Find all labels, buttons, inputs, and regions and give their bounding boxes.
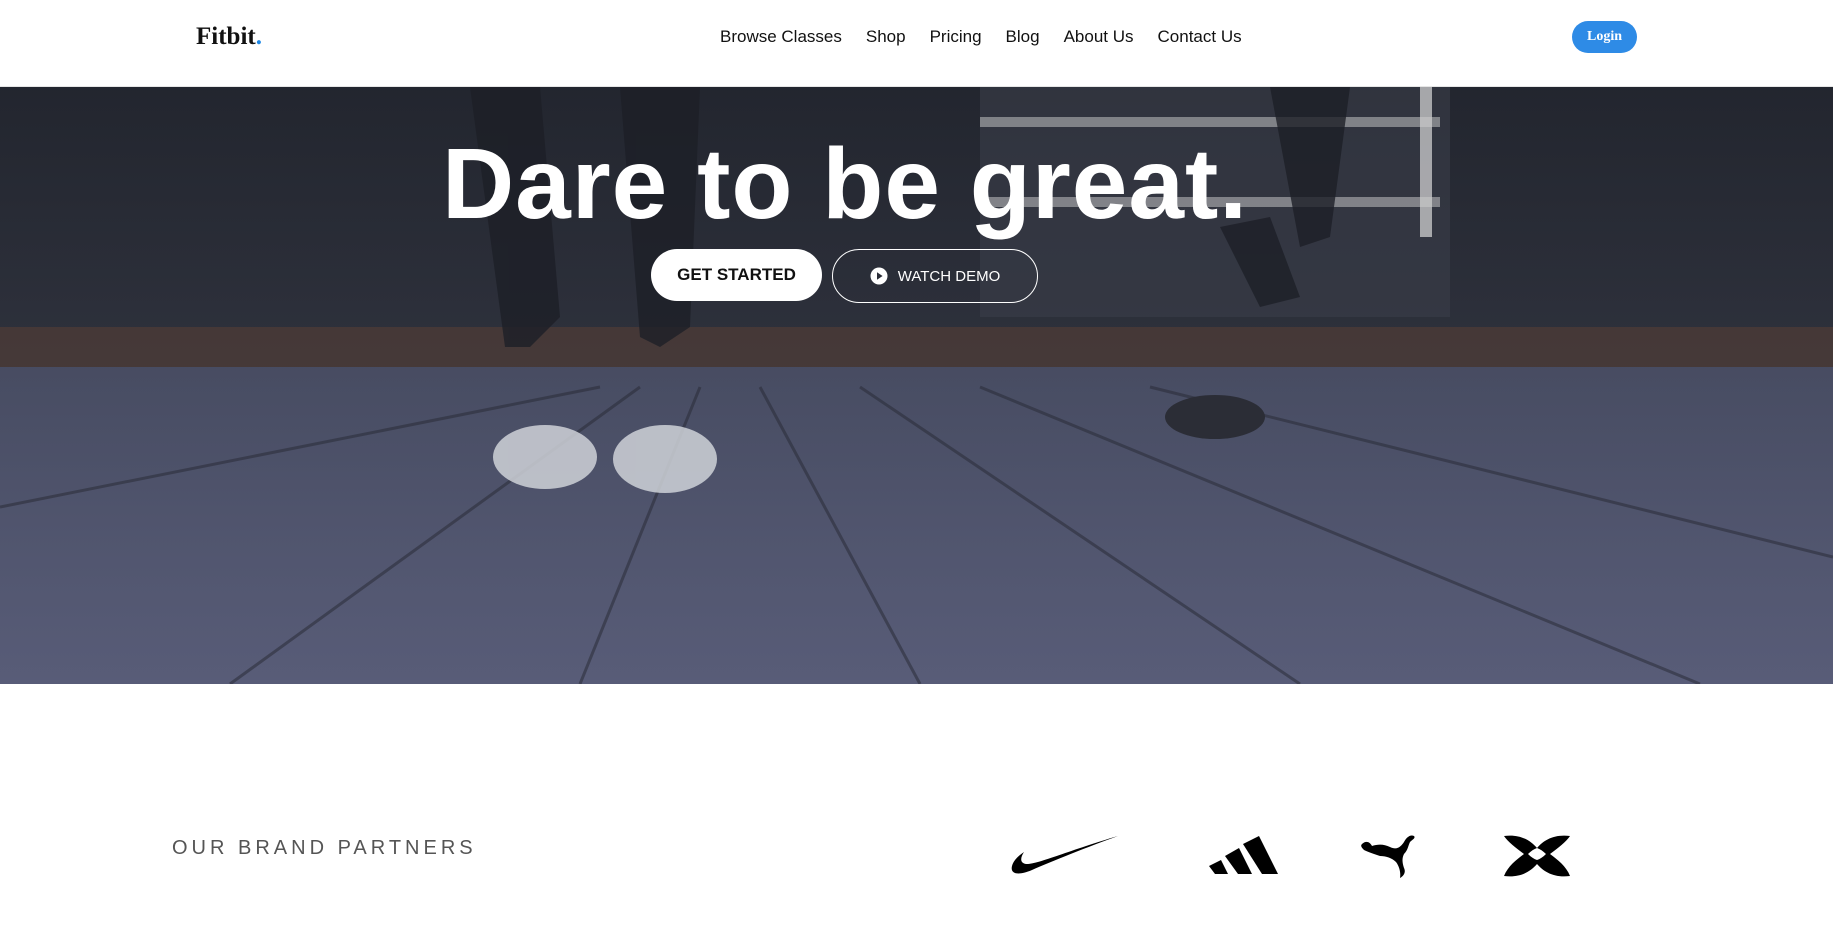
adidas-logo-icon [1207,834,1279,882]
puma-logo-icon [1360,832,1418,880]
login-button[interactable]: Login [1572,21,1637,53]
nav-blog[interactable]: Blog [1006,27,1040,47]
partners-heading: OUR BRAND PARTNERS [172,837,477,859]
nav-shop[interactable]: Shop [866,27,906,47]
nav-pricing[interactable]: Pricing [930,27,982,47]
nav-browse-classes[interactable]: Browse Classes [720,27,842,47]
logo-text: Fitbit [196,23,256,50]
hero-section: Dare to be great. GET STARTED WATCH DEMO [0,87,1833,684]
nav-contact-us[interactable]: Contact Us [1158,27,1242,47]
site-header: Fitbit. Browse Classes Shop Pricing Blog… [0,0,1833,87]
under-armour-logo-icon [1500,832,1574,880]
play-circle-icon [870,267,888,285]
nav-about-us[interactable]: About Us [1064,27,1134,47]
get-started-button[interactable]: GET STARTED [651,249,822,301]
hero-title: Dare to be great. [441,128,1249,240]
watch-demo-label: WATCH DEMO [897,267,1001,285]
logo-dot: . [255,23,262,50]
main-nav: Browse Classes Shop Pricing Blog About U… [720,27,1242,47]
brand-logo[interactable]: Fitbit. [196,23,262,51]
nike-logo-icon [1010,834,1120,882]
watch-demo-button[interactable]: WATCH DEMO [832,249,1038,303]
